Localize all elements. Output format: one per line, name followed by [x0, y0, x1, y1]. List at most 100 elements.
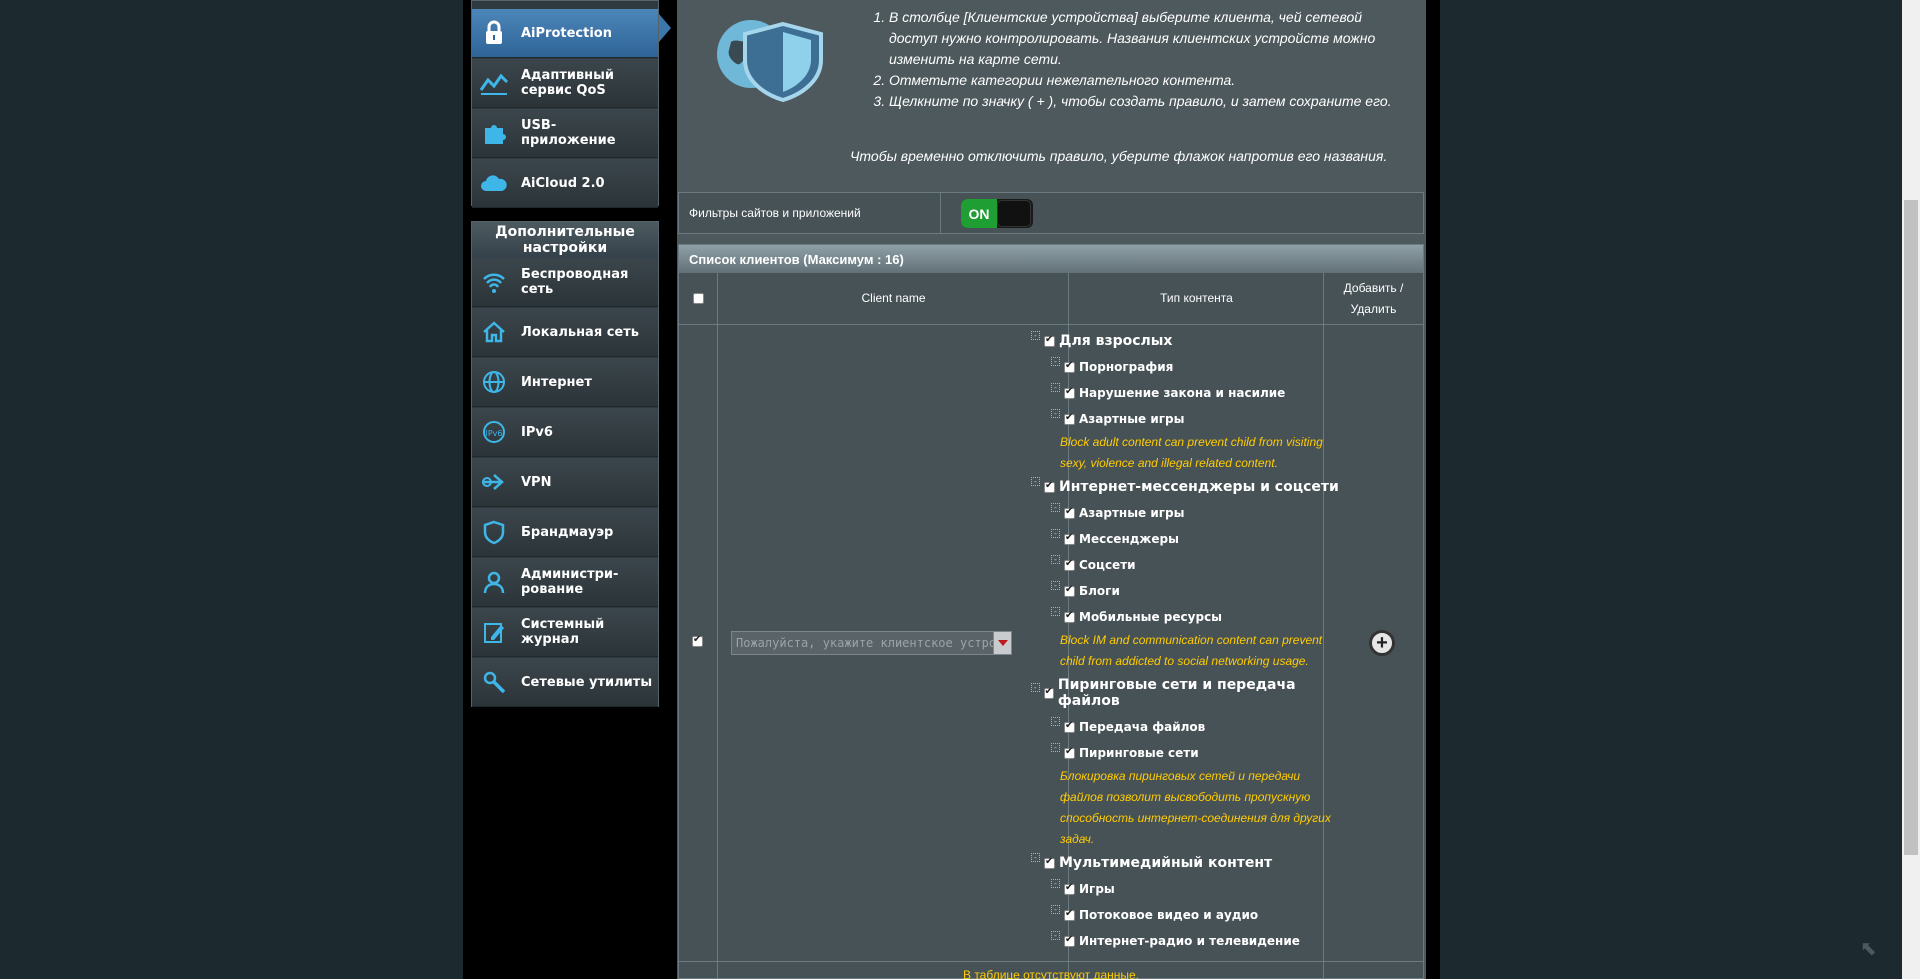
subcategory-row: - Азартные игры [1031, 500, 1341, 526]
tree-collapse-icon[interactable]: - [1031, 476, 1040, 486]
sidebar-item-label: Адаптивный сервис QoS [521, 68, 615, 98]
sidebar-item-shield[interactable]: Брандмауэр [472, 508, 658, 557]
filter-row: Фильтры сайтов и приложений [678, 192, 1424, 234]
subcategory-row: - Пиринговые сети [1031, 740, 1341, 766]
tree-leaf-icon: - [1051, 904, 1060, 914]
action-header: Добавить / Удалить [1324, 273, 1423, 325]
subcategory-label: Нарушение закона и насилие [1079, 386, 1286, 400]
sidebar-item-usb[interactable]: USB- приложение [472, 109, 658, 158]
subcategory-checkbox[interactable] [1064, 532, 1075, 545]
sidebar-item-wifi[interactable]: Беспроводная сеть [472, 258, 658, 307]
content-categories: - Для взрослых - Порнография - Нарушение зако… [1031, 328, 1341, 954]
tree-collapse-icon[interactable]: - [1031, 330, 1040, 340]
advanced-menu: Дополнительные настройки Беспроводная се… [471, 221, 659, 707]
subcategory-row: - Потоковое видео и аудио [1031, 902, 1341, 928]
subcategory-label: Азартные игры [1079, 506, 1185, 520]
sidebar-item-aiprotection[interactable]: AiProtection [472, 9, 658, 58]
subcategory-checkbox[interactable] [1064, 882, 1075, 895]
no-data-message: В таблице отсутствуют данные. [678, 961, 1424, 979]
subcategory-checkbox[interactable] [1064, 558, 1075, 571]
sidebar-item-label: Администри- рование [521, 567, 619, 597]
sidebar-item-ipv6[interactable]: IPv6 IPv6 [472, 408, 658, 457]
subcategory-checkbox[interactable] [1064, 584, 1075, 597]
sidebar-item-label: Беспроводная сеть [521, 267, 629, 297]
subcategory-checkbox[interactable] [1064, 360, 1075, 373]
aiprotection-logo [713, 14, 828, 103]
subcategory-checkbox[interactable] [1064, 412, 1075, 425]
category-row: - Для взрослых [1031, 328, 1341, 354]
tree-collapse-icon[interactable]: - [1031, 682, 1040, 692]
tree-leaf-icon: - [1051, 382, 1060, 392]
sidebar-item-label: Интернет [521, 374, 592, 390]
category-checkbox[interactable] [1044, 334, 1055, 347]
client-header: Client name [718, 273, 1069, 325]
sidebar-item-log[interactable]: Системный журнал [472, 608, 658, 657]
subcategory-label: Мобильные ресурсы [1079, 610, 1223, 624]
ipv6-icon: IPv6 [477, 415, 511, 449]
admin-icon [477, 565, 511, 599]
client-name-input[interactable]: Пожалуйста, укажите клиентское устройств… [731, 631, 1012, 655]
subcategory-checkbox[interactable] [1064, 386, 1075, 399]
instruction-note: Чтобы временно отключить правило, уберит… [850, 148, 1388, 164]
category-checkbox[interactable] [1043, 686, 1054, 699]
subcategory-checkbox[interactable] [1064, 610, 1075, 623]
select-all-header [679, 273, 718, 325]
subcategory-checkbox[interactable] [1064, 720, 1075, 733]
category-label: Мультимедийный контент [1059, 855, 1273, 871]
scroll-top-icon[interactable]: ⬉ [1860, 936, 1877, 961]
tree-leaf-icon: - [1051, 502, 1060, 512]
active-indicator [659, 14, 671, 42]
sidebar-item-home[interactable]: Локальная сеть [472, 308, 658, 357]
client-column [718, 273, 1069, 978]
category-row: - Пиринговые сети и передача файлов [1031, 672, 1341, 714]
lock-icon [477, 16, 511, 50]
category-checkbox[interactable] [1044, 480, 1055, 493]
category-description: Block adult content can prevent child fr… [1060, 435, 1323, 470]
main-menu: AiProtection Адаптивный сервис QoS USB- … [471, 0, 659, 208]
subcategory-label: Потоковое видео и аудио [1079, 908, 1259, 922]
sidebar-item-label: AiCloud 2.0 [521, 175, 605, 191]
sidebar-item-label: Системный журнал [521, 617, 605, 647]
sidebar-item-label: AiProtection [521, 25, 612, 41]
instruction-step: Щелкните по значку ( + ), чтобы создать … [889, 91, 1409, 112]
sidebar-item-qos[interactable]: Адаптивный сервис QoS [472, 59, 658, 108]
puzzle-icon [477, 116, 511, 150]
tree-collapse-icon[interactable]: - [1031, 852, 1040, 862]
scrollbar-thumb[interactable] [1904, 200, 1918, 855]
sidebar-item-label: IPv6 [521, 424, 553, 440]
sidebar-item-globe[interactable]: Интернет [472, 358, 658, 407]
tree-leaf-icon: - [1051, 742, 1060, 752]
subcategory-label: Передача файлов [1079, 720, 1206, 734]
subcategory-row: - Порнография [1031, 354, 1341, 380]
select-all-checkbox[interactable] [693, 293, 704, 304]
category-description: Block IM and communication content can p… [1060, 633, 1323, 668]
client-dropdown-button[interactable] [993, 632, 1011, 654]
tools-icon [477, 665, 511, 699]
tree-leaf-icon: - [1051, 408, 1060, 418]
page-scrollbar[interactable] [1902, 0, 1920, 979]
subcategory-label: Соцсети [1079, 558, 1136, 572]
subcategory-label: Игры [1079, 882, 1115, 896]
sidebar-item-tools[interactable]: Сетевые утилиты [472, 658, 658, 707]
subcategory-row: - Игры [1031, 876, 1341, 902]
toggle-knob [997, 200, 1031, 227]
sidebar-item-aicloud[interactable]: AiCloud 2.0 [472, 159, 658, 208]
subcategory-checkbox[interactable] [1064, 746, 1075, 759]
subcategory-checkbox[interactable] [1064, 934, 1075, 947]
sidebar-item-label: Локальная сеть [521, 324, 639, 340]
filter-toggle[interactable]: ON [961, 199, 1033, 228]
cloud-icon [477, 166, 511, 200]
add-rule-button[interactable]: + [1369, 630, 1395, 656]
toggle-on-label: ON [961, 199, 997, 228]
category-checkbox[interactable] [1044, 856, 1055, 869]
sidebar-item-vpn[interactable]: VPN [472, 458, 658, 507]
filter-label: Фильтры сайтов и приложений [679, 193, 941, 233]
subcategory-row: - Соцсети [1031, 552, 1341, 578]
category-label: Интернет-мессенджеры и соцсети [1059, 479, 1339, 495]
row-enable-checkbox[interactable] [692, 634, 703, 647]
subcategory-row: - Нарушение закона и насилие [1031, 380, 1341, 406]
subcategory-checkbox[interactable] [1064, 908, 1075, 921]
sidebar-item-label: VPN [521, 474, 552, 490]
sidebar-item-admin[interactable]: Администри- рование [472, 558, 658, 607]
subcategory-checkbox[interactable] [1064, 506, 1075, 519]
